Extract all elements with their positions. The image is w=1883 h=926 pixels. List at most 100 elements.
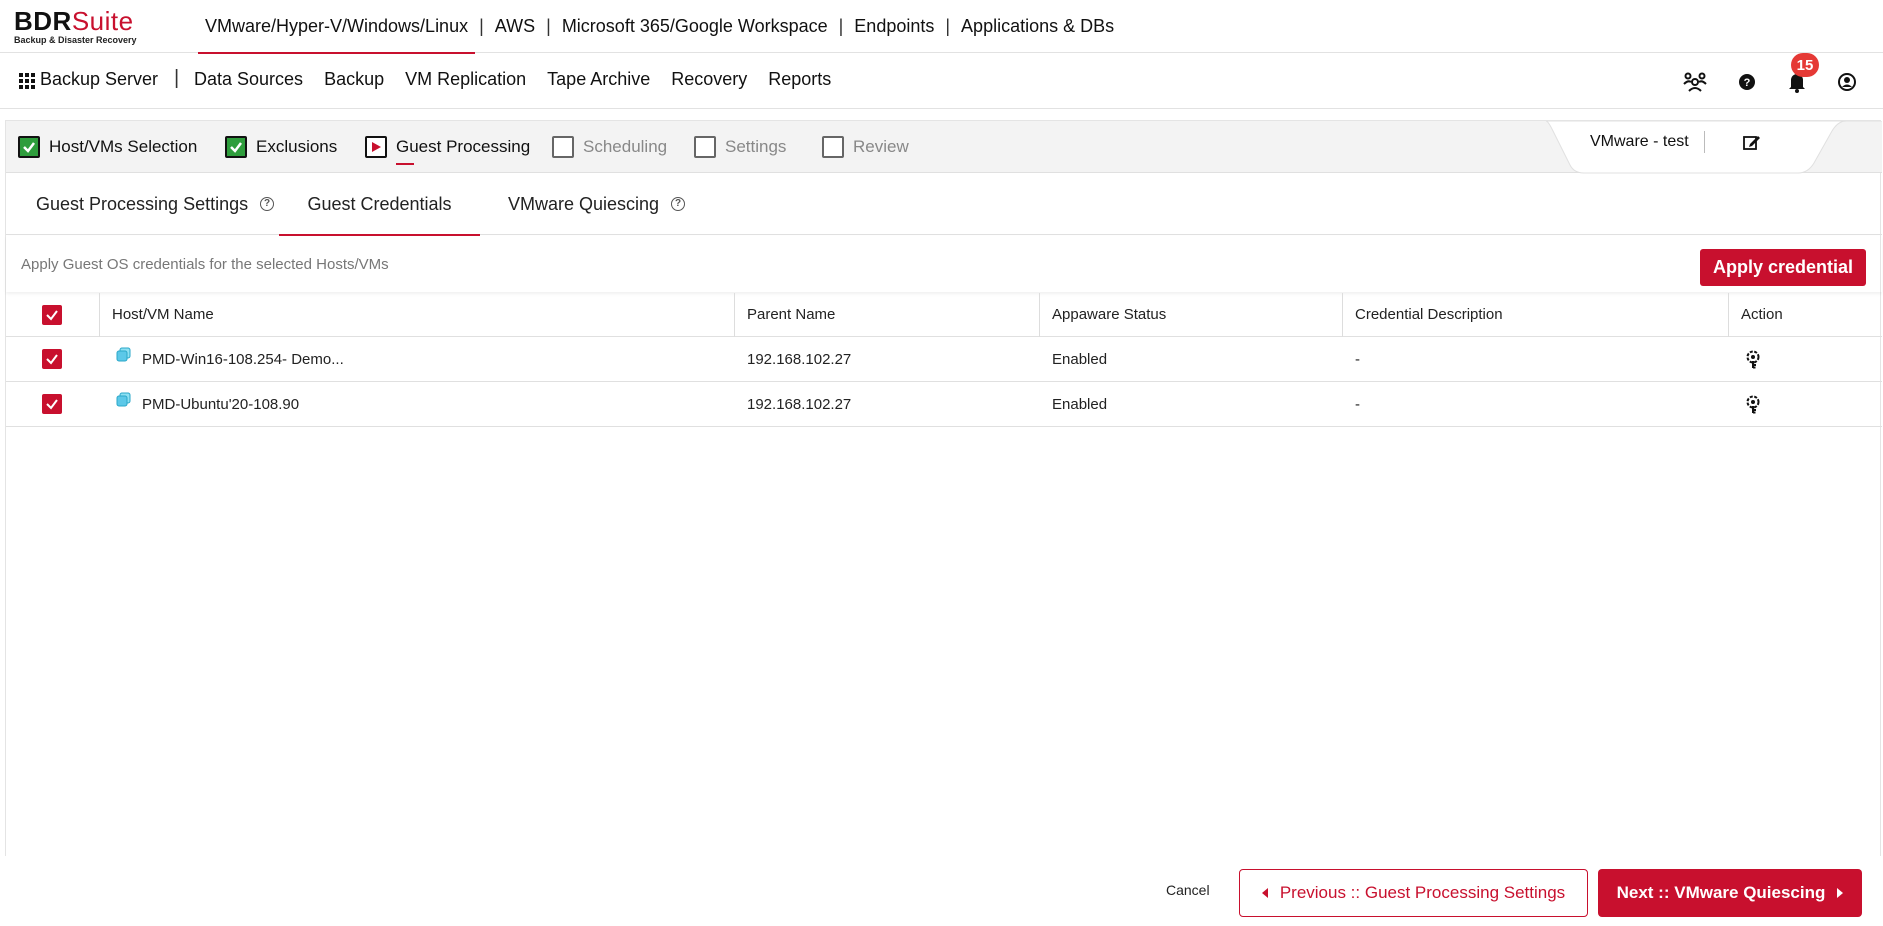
caret-left-icon <box>1261 888 1268 898</box>
credential-description-cell: - <box>1355 350 1360 368</box>
product-tab-microsoft365[interactable]: Microsoft 365/Google Workspace <box>555 0 835 53</box>
key-settings-icon[interactable] <box>1743 349 1763 369</box>
credentials-table: Host/VM Name Parent Name Appaware Status… <box>6 293 1882 427</box>
check-icon <box>225 136 247 158</box>
notification-badge: 15 <box>1791 53 1819 77</box>
col-appaware-status[interactable]: Appaware Status <box>1052 293 1166 336</box>
logo-text: BDRSuite <box>14 6 134 36</box>
apply-credential-button[interactable]: Apply credential <box>1700 249 1866 286</box>
nav-recovery[interactable]: Recovery <box>671 69 747 90</box>
vm-name: PMD-Win16-108.254- Demo... <box>142 350 344 368</box>
play-icon <box>365 136 387 158</box>
nav-vm-replication[interactable]: VM Replication <box>405 69 526 90</box>
job-name: VMware - test <box>1590 133 1689 150</box>
vm-name: PMD-Ubuntu'20-108.90 <box>142 395 300 413</box>
previous-button-label: Previous :: Guest Processing Settings <box>1279 883 1566 902</box>
guest-processing-subtabs: Guest Processing Settings ? Guest Creden… <box>6 173 1882 236</box>
product-separator: | <box>838 16 844 36</box>
table-row[interactable]: PMD-Ubuntu'20-108.90 192.168.102.27 Enab… <box>6 382 1882 427</box>
parent-name-cell: 192.168.102.27 <box>747 395 852 413</box>
next-button-label: Next :: VMware Quiescing <box>1616 883 1826 902</box>
action-cell <box>1743 382 1763 426</box>
vm-name-cell: PMD-Win16-108.254- Demo... <box>116 337 344 381</box>
col-host-vm-name[interactable]: Host/VM Name <box>112 293 214 336</box>
product-nav: VMware/Hyper-V/Windows/Linux | AWS | Mic… <box>198 0 1121 54</box>
vm-icon <box>116 392 131 407</box>
product-separator: | <box>945 16 951 36</box>
vm-name-cell: PMD-Ubuntu'20-108.90 <box>116 382 299 426</box>
step-scheduling[interactable]: Scheduling <box>552 135 667 159</box>
key-settings-icon[interactable] <box>1743 394 1763 414</box>
checkbox-empty-icon <box>822 136 844 158</box>
nav-backup[interactable]: Backup <box>324 69 384 90</box>
product-separator: | <box>479 16 484 36</box>
step-label: Scheduling <box>583 137 668 156</box>
credentials-instruction: Apply Guest OS credentials for the selec… <box>21 256 389 273</box>
select-all-checkbox[interactable] <box>42 293 62 336</box>
step-label: Host/VMs Selection <box>49 137 198 156</box>
svg-text:?: ? <box>1744 77 1751 89</box>
product-tab-endpoints[interactable]: Endpoints <box>847 0 941 53</box>
step-settings[interactable]: Settings <box>694 135 786 159</box>
product-tab-vmware[interactable]: VMware/Hyper-V/Windows/Linux <box>198 0 476 54</box>
step-label: Exclusions <box>256 137 338 156</box>
product-tab-aws[interactable]: AWS <box>488 0 542 53</box>
step-label: Review <box>853 137 909 156</box>
edit-icon[interactable] <box>1742 133 1762 153</box>
backup-server-menu[interactable]: Backup Server <box>40 69 158 90</box>
nav-separator: | <box>174 67 180 89</box>
row-checkbox[interactable] <box>42 382 62 426</box>
tab-guest-processing-settings[interactable]: Guest Processing Settings ? <box>36 173 275 235</box>
step-label: Guest Processing <box>396 137 531 165</box>
credentials-info-row: Apply Guest OS credentials for the selec… <box>6 236 1882 292</box>
top-bar: BDRSuite Backup & Disaster Recovery VMwa… <box>0 0 1883 54</box>
col-credential-description[interactable]: Credential Description <box>1355 293 1503 336</box>
appaware-status-cell: Enabled <box>1052 350 1108 368</box>
checkbox-empty-icon <box>694 136 716 158</box>
apps-grid-icon[interactable] <box>19 73 35 89</box>
table-header: Host/VM Name Parent Name Appaware Status… <box>6 293 1882 337</box>
action-cell <box>1743 337 1763 381</box>
help-icon[interactable]: ? <box>1734 69 1760 95</box>
row-checkbox[interactable] <box>42 337 62 381</box>
tab-vmware-quiescing[interactable]: VMware Quiescing ? <box>508 173 686 235</box>
credential-description-cell: - <box>1355 395 1360 413</box>
help-circle-icon[interactable]: ? <box>260 197 275 211</box>
col-parent-name[interactable]: Parent Name <box>747 293 835 336</box>
vm-icon <box>116 347 131 362</box>
user-icon[interactable] <box>1834 69 1860 95</box>
parent-name-cell: 192.168.102.27 <box>747 350 852 368</box>
nav-links: Data Sources Backup VM Replication Tape … <box>194 69 852 90</box>
help-circle-icon[interactable]: ? <box>671 197 686 211</box>
tab-label: Guest Credentials <box>307 193 452 214</box>
col-action: Action <box>1741 306 1783 323</box>
bdrsuite-logo[interactable]: BDRSuite Backup & Disaster Recovery <box>14 8 149 45</box>
table-row[interactable]: PMD-Win16-108.254- Demo... 192.168.102.2… <box>6 337 1882 382</box>
wizard-steps: Host/VMs Selection Exclusions Guest Proc… <box>6 121 1882 174</box>
caret-right-icon <box>1837 888 1844 898</box>
main-nav: Backup Server | Data Sources Backup VM R… <box>0 54 1883 109</box>
job-name-tab: VMware - test <box>1546 121 1882 174</box>
step-review[interactable]: Review <box>822 135 909 159</box>
checkbox-empty-icon <box>552 136 574 158</box>
appaware-status-cell: Enabled <box>1052 395 1108 413</box>
tab-guest-credentials[interactable]: Guest Credentials <box>279 173 480 236</box>
nav-reports[interactable]: Reports <box>768 69 831 90</box>
backup-wizard-card: Host/VMs Selection Exclusions Guest Proc… <box>5 120 1882 856</box>
cancel-link[interactable]: Cancel <box>1166 882 1210 898</box>
previous-button[interactable]: Previous :: Guest Processing Settings <box>1239 869 1588 917</box>
step-host-vms-selection[interactable]: Host/VMs Selection <box>18 135 197 159</box>
step-exclusions[interactable]: Exclusions <box>225 135 337 159</box>
nav-tape-archive[interactable]: Tape Archive <box>547 69 650 90</box>
next-button[interactable]: Next :: VMware Quiescing <box>1598 869 1862 917</box>
nav-data-sources[interactable]: Data Sources <box>194 69 303 90</box>
tab-label: Guest Processing Settings <box>36 193 249 214</box>
step-guest-processing[interactable]: Guest Processing <box>365 135 531 165</box>
job-name-separator <box>1704 131 1705 153</box>
step-label: Settings <box>725 137 787 156</box>
product-separator: | <box>546 16 551 36</box>
community-icon[interactable] <box>1682 69 1708 95</box>
tab-label: VMware Quiescing <box>508 193 660 214</box>
product-tab-applications[interactable]: Applications & DBs <box>954 0 1121 53</box>
check-icon <box>18 136 40 158</box>
